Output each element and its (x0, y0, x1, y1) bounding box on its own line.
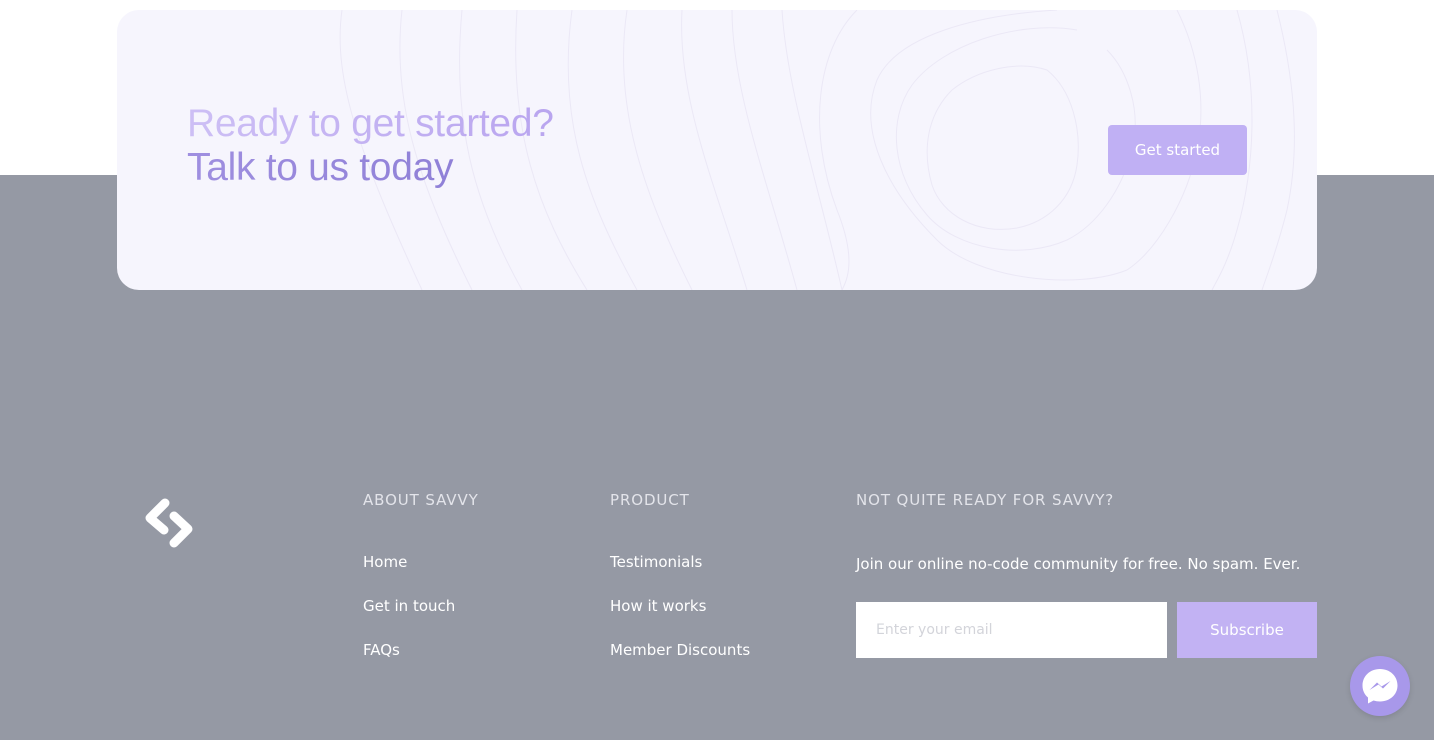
about-heading: ABOUT SAVVY (363, 491, 479, 509)
get-started-button[interactable]: Get started (1108, 125, 1247, 175)
footer-link-testimonials[interactable]: Testimonials (610, 553, 702, 571)
product-heading: PRODUCT (610, 491, 690, 509)
list-item: Testimonials (610, 551, 750, 595)
list-item: Home (363, 551, 479, 595)
product-links: Testimonials How it works Member Discoun… (610, 551, 750, 683)
brand-logo-link[interactable] (141, 495, 199, 551)
cta-heading-line1: Ready to get started? (187, 102, 554, 145)
footer-link-how-it-works[interactable]: How it works (610, 597, 706, 615)
footer-link-member-discounts[interactable]: Member Discounts (610, 641, 750, 659)
footer-link-get-in-touch[interactable]: Get in touch (363, 597, 455, 615)
messenger-chat-button[interactable] (1350, 656, 1410, 716)
newsletter-description: Join our online no-code community for fr… (856, 555, 1301, 573)
footer-column-newsletter: NOT QUITE READY FOR SAVVY? (856, 488, 1114, 512)
newsletter-heading: NOT QUITE READY FOR SAVVY? (856, 491, 1115, 509)
email-input[interactable] (856, 602, 1167, 658)
footer-link-faqs[interactable]: FAQs (363, 641, 400, 659)
list-item: Get in touch (363, 595, 479, 639)
footer-column-about: ABOUT SAVVY Home Get in touch FAQs (363, 488, 479, 683)
chevron-brand-logo-icon (145, 498, 193, 548)
list-item: Member Discounts (610, 639, 750, 683)
footer-link-home[interactable]: Home (363, 553, 407, 571)
list-item: How it works (610, 595, 750, 639)
footer-column-product: PRODUCT Testimonials How it works Member… (610, 488, 750, 683)
cta-heading-line2: Talk to us today (187, 146, 554, 190)
cta-card: Ready to get started? Talk to us today G… (117, 10, 1317, 290)
messenger-icon (1362, 669, 1398, 704)
subscribe-button[interactable]: Subscribe (1177, 602, 1317, 658)
cta-heading: Ready to get started? Talk to us today (187, 102, 554, 190)
list-item: FAQs (363, 639, 479, 683)
about-links: Home Get in touch FAQs (363, 551, 479, 683)
